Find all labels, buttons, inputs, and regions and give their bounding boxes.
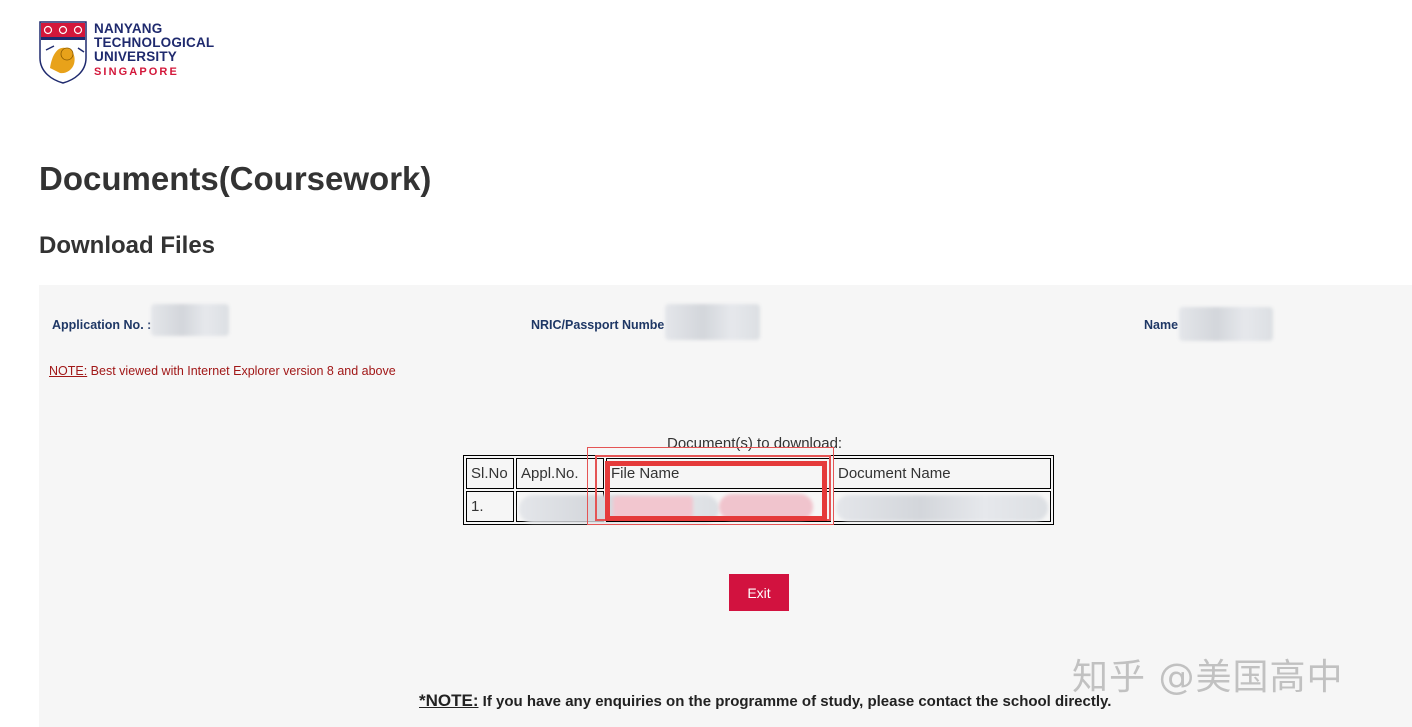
nric-passport-label: NRIC/Passport Numbe — [531, 318, 665, 332]
header-document-name: Document Name — [833, 458, 1051, 489]
nric-passport-value-redacted — [665, 304, 760, 340]
name-value-redacted — [1179, 307, 1273, 341]
ntu-logo[interactable]: NANYANG TECHNOLOGICAL UNIVERSITY SINGAPO… — [38, 20, 214, 84]
browser-note-key: NOTE: — [49, 364, 88, 378]
browser-note-text: Best viewed with Internet Explorer versi… — [87, 364, 396, 378]
application-no-label: Application No. : — [52, 318, 152, 332]
browser-note: NOTE: Best viewed with Internet Explorer… — [49, 364, 396, 378]
cell-sl-no: 1. — [466, 491, 514, 522]
logo-line-1: NANYANG — [94, 21, 163, 36]
footer-note: *NOTE: If you have any enquiries on the … — [419, 691, 1111, 711]
header-sl-no: Sl.No — [466, 458, 514, 489]
logo-line-4: SINGAPORE — [94, 66, 179, 78]
logo-line-2: TECHNOLOGICAL — [94, 35, 215, 50]
watermark-text: 知乎 @美国高中 — [1072, 657, 1344, 698]
ntu-crest-icon — [39, 21, 87, 84]
page-title: Documents(Coursework) — [39, 160, 432, 197]
logo-wordmark: NANYANG TECHNOLOGICAL UNIVERSITY SINGAPO… — [94, 22, 214, 79]
name-label: Name — [1144, 318, 1179, 332]
document-name-blur — [836, 495, 1048, 521]
highlight-box-inner — [605, 461, 827, 521]
section-title: Download Files — [39, 232, 216, 259]
page: NANYANG TECHNOLOGICAL UNIVERSITY SINGAPO… — [0, 0, 1412, 727]
exit-button[interactable]: Exit — [729, 574, 789, 611]
footer-note-text: If you have any enquiries on the program… — [478, 693, 1112, 710]
footer-note-key: *NOTE: — [419, 691, 479, 710]
cell-document-name-redacted — [833, 491, 1051, 522]
logo-line-3: UNIVERSITY — [94, 49, 178, 64]
application-no-value-redacted — [151, 304, 229, 336]
